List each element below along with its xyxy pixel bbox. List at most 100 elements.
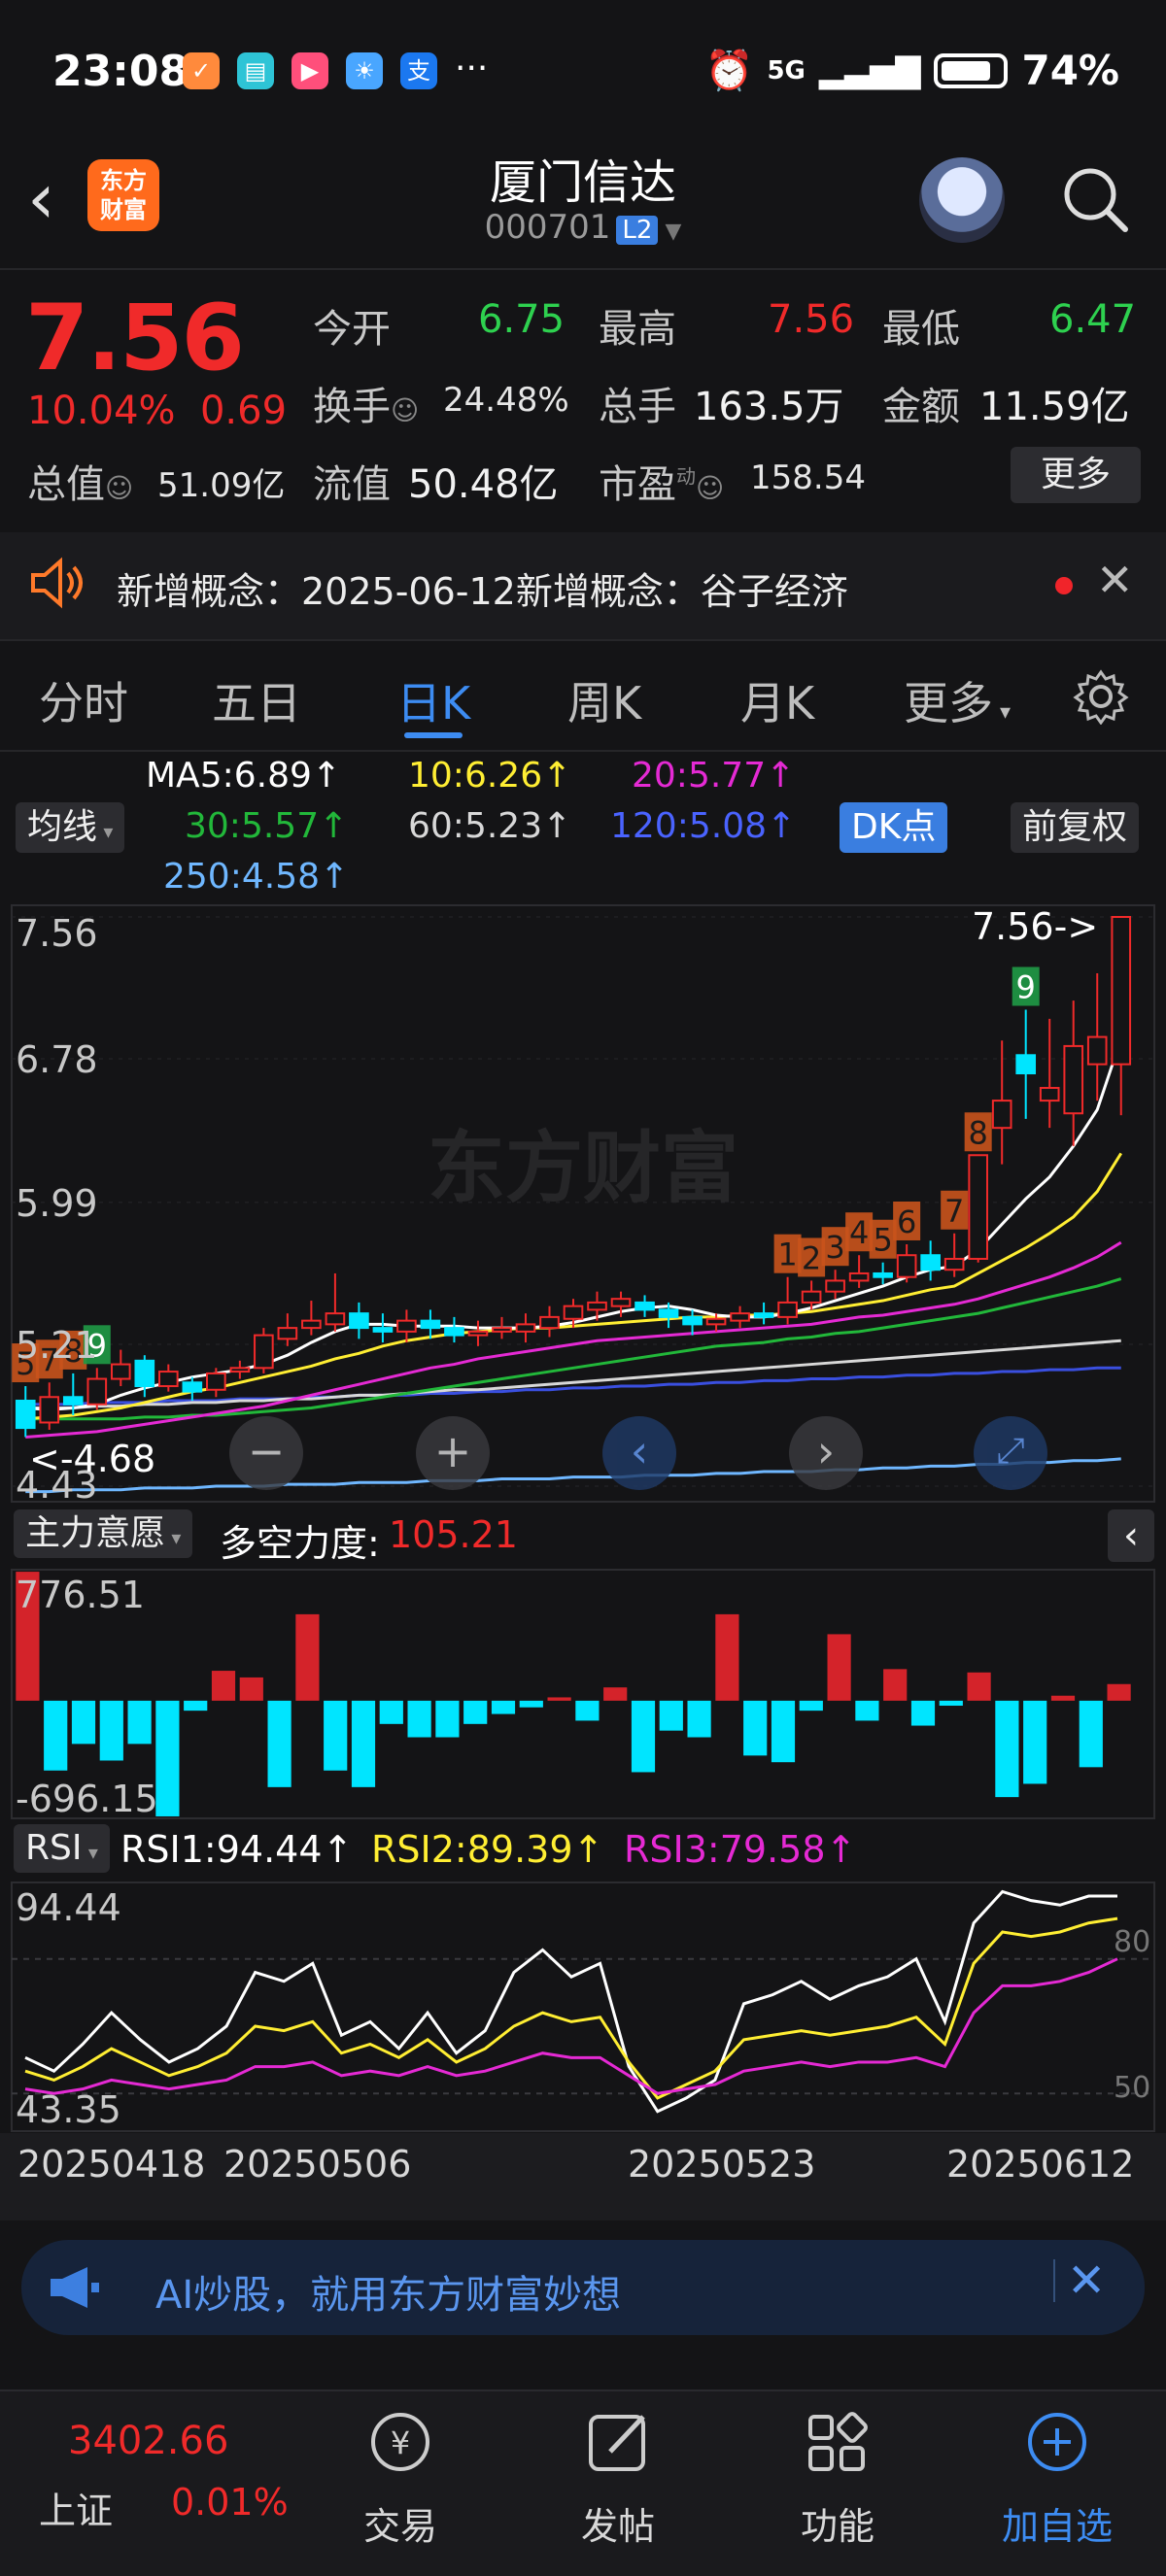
more-button[interactable]: 更多 [1011, 447, 1141, 503]
float-label: 流值 [313, 462, 391, 507]
change-pct: 10.04% [27, 389, 176, 433]
functions-grid-icon[interactable] [770, 2403, 906, 2481]
nav-add-watchlist[interactable]: 加自选 [989, 2496, 1125, 2550]
low-label: 最低 [882, 307, 960, 352]
more-notifications-icon: ··· [455, 49, 489, 88]
post-icon[interactable] [550, 2403, 686, 2481]
candle-body [753, 1312, 774, 1318]
flow-bar [435, 1700, 460, 1738]
flow-bar [1079, 1700, 1103, 1768]
tab-more[interactable]: 更多 ▾ [904, 668, 1011, 732]
settings-gear-icon[interactable] [1073, 668, 1129, 725]
svg-text:东方财富: 东方财富 [428, 1123, 738, 1213]
tab-five-day[interactable]: 五日 [212, 668, 301, 732]
zoom-in-button[interactable]: + [416, 1416, 490, 1490]
status-right: ⏰ 5G ▂▃▅▇ 74% [705, 47, 1119, 94]
signal-label: 5 [873, 1222, 892, 1259]
ma250-line [25, 1457, 1121, 1494]
flow-bar [883, 1669, 908, 1701]
candle-body [62, 1396, 84, 1406]
signal-icon: ▂▃▅▇ [818, 51, 921, 90]
add-watchlist-icon[interactable] [989, 2403, 1125, 2481]
rsi-chart[interactable] [0, 1881, 1166, 2133]
tab-monthly-k[interactable]: 月K [740, 668, 814, 732]
candle-body [563, 1305, 584, 1320]
candle-body [158, 1371, 179, 1388]
candle-body [515, 1323, 536, 1333]
status-bar: 23:08 ✓ ▤ ▶ ☀ 支 ··· ⏰ 5G ▂▃▅▇ 74% [0, 0, 1166, 146]
open-value: 6.75 [478, 297, 566, 342]
flow-bar [407, 1700, 431, 1738]
candle-body [587, 1301, 607, 1311]
flow-indicator-selector[interactable]: 主力意愿 ▾ [14, 1509, 193, 1558]
high-label: 最高 [599, 307, 676, 352]
zoom-out-button[interactable]: − [229, 1416, 303, 1490]
nav-trade[interactable]: 交易 [332, 2496, 468, 2550]
rsi1-line [24, 1889, 1117, 2114]
candle-body [254, 1334, 274, 1370]
candle-body [682, 1315, 703, 1326]
close-banner-icon[interactable]: ✕ [1067, 2254, 1106, 2308]
book-app-icon: ▤ [237, 52, 274, 89]
collapse-panel-button[interactable]: ‹ [1108, 1509, 1154, 1562]
video-app-icon: ▶ [292, 52, 328, 89]
trade-icon[interactable]: ¥ [332, 2403, 468, 2481]
nav-post[interactable]: 发帖 [550, 2496, 686, 2550]
fullscreen-button[interactable]: ⤢ [974, 1416, 1047, 1490]
candle-body [325, 1312, 346, 1326]
divider [0, 268, 1166, 270]
svg-text:¥: ¥ [391, 2424, 410, 2461]
candle-body [1111, 916, 1132, 1066]
mcap-value: 51.09亿 [157, 466, 286, 505]
battery-icon [934, 52, 1009, 88]
tab-daily-k[interactable]: 日K [396, 668, 470, 732]
index-name[interactable]: 上证 [39, 2481, 113, 2534]
signal-label: 3 [825, 1229, 844, 1266]
rsi-ymax: 94.44 [16, 1886, 121, 1929]
amount-value: 11.59亿 [979, 385, 1130, 429]
ma5-legend: MA5:6.89↑ [146, 756, 342, 796]
stock-code: 000701 [484, 208, 611, 247]
turnover-label: 换手☺ [313, 385, 420, 429]
rsi-selector[interactable]: RSI ▾ [14, 1824, 110, 1873]
signal-label: 9 [1016, 968, 1036, 1005]
flow-bar [184, 1700, 208, 1712]
flow-bar [267, 1700, 292, 1787]
tab-weekly-k[interactable]: 周K [567, 668, 641, 732]
ai-assistant-avatar[interactable] [919, 157, 1005, 243]
flow-bar [127, 1700, 152, 1745]
flow-bar [463, 1700, 488, 1724]
flow-bar [659, 1700, 683, 1731]
rsi3-legend: RSI3:79.58↑ [624, 1828, 857, 1871]
adjust-button[interactable]: 前复权 [1011, 802, 1140, 853]
last-price: 7.56 [25, 286, 245, 391]
flow-bar [1050, 1695, 1076, 1701]
indicator-selector[interactable]: 均线 ▾ [16, 802, 125, 853]
kline-chart[interactable]: 东方财富 5 7 8 91 2 3 4 5 6 789 7.566.785.995.214.43 [0, 903, 1166, 1506]
signal-label: 4 [849, 1214, 869, 1251]
tab-intraday[interactable]: 分时 [39, 668, 128, 732]
scroll-left-button[interactable]: ‹ [602, 1416, 676, 1490]
close-notice-icon[interactable]: ✕ [1096, 554, 1134, 606]
rsi3-line [24, 1957, 1118, 2095]
alipay-icon: 支 [400, 52, 437, 89]
search-icon[interactable] [1059, 163, 1131, 235]
dk-point-button[interactable]: DK点 [840, 802, 948, 853]
divider [0, 639, 1166, 641]
volume-value: 163.5万 [694, 385, 844, 429]
nav-functions[interactable]: 功能 [770, 2496, 906, 2550]
flow-bar [351, 1700, 376, 1787]
ma30-legend: 30:5.57↑ [185, 806, 349, 846]
candle-body [86, 1377, 108, 1406]
speaker-icon [31, 557, 83, 609]
candle-body [420, 1319, 441, 1330]
main-force-chart[interactable] [0, 1568, 1166, 1820]
scroll-right-button[interactable]: › [789, 1416, 863, 1490]
candle-body [301, 1319, 322, 1330]
high-price-marker: 7.56-> [972, 905, 1099, 948]
flow-bar [715, 1613, 739, 1701]
coupon-app-icon: ✓ [183, 52, 220, 89]
candle-body [848, 1271, 870, 1282]
index-value[interactable]: 3402.66 [68, 2419, 228, 2463]
flow-bar [71, 1700, 96, 1745]
